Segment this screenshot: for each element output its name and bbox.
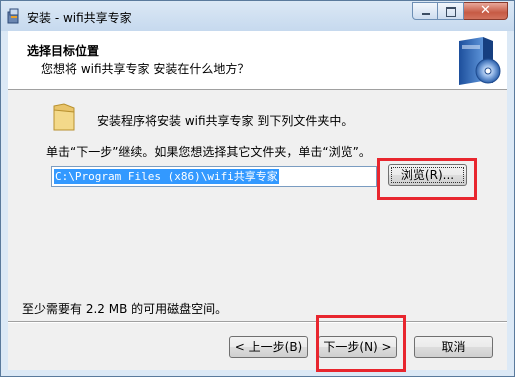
caption-buttons: ✕ bbox=[412, 2, 508, 20]
footer-divider bbox=[8, 321, 507, 323]
setup-box-disc-icon bbox=[459, 37, 501, 85]
minimize-button[interactable] bbox=[412, 2, 438, 20]
install-path-value: C:\Program Files (x86)\wifi共享专家 bbox=[54, 169, 279, 184]
maximize-button[interactable] bbox=[438, 2, 464, 20]
install-message: 安装程序将安装 wifi共享专家 到下列文件夹中。 bbox=[97, 114, 354, 128]
installer-window: 安装 - wifi共享专家 ✕ 选择目标位置 您想将 wifi共享专家 安装在什… bbox=[0, 0, 515, 377]
back-button[interactable]: < 上一步(B) bbox=[229, 336, 308, 358]
browse-highlight-box bbox=[377, 158, 477, 200]
cancel-button-label: 取消 bbox=[441, 340, 466, 354]
cancel-button[interactable]: 取消 bbox=[414, 336, 493, 358]
folder-icon bbox=[53, 103, 75, 131]
close-button[interactable]: ✕ bbox=[464, 2, 508, 20]
page-title: 选择目标位置 bbox=[27, 44, 100, 58]
instruction-text: 单击“下一步”继续。如果您想选择其它文件夹，单击“浏览”。 bbox=[46, 145, 371, 159]
wizard-header: 选择目标位置 您想将 wifi共享专家 安装在什么地方？ bbox=[8, 31, 507, 90]
wizard-client-area: 选择目标位置 您想将 wifi共享专家 安装在什么地方？ 安装程序将安装 wif… bbox=[8, 31, 507, 372]
installer-app-icon bbox=[7, 8, 19, 24]
disk-space-text: 至少需要有 2.2 MB 的可用磁盘空间。 bbox=[22, 302, 228, 316]
install-path-input[interactable]: C:\Program Files (x86)\wifi共享专家 bbox=[51, 166, 377, 187]
page-subtitle: 您想将 wifi共享专家 安装在什么地方？ bbox=[41, 62, 250, 76]
title-bar[interactable]: 安装 - wifi共享专家 ✕ bbox=[1, 1, 514, 31]
window-title: 安装 - wifi共享专家 bbox=[27, 11, 132, 25]
close-icon: ✕ bbox=[480, 3, 491, 18]
back-button-label: < 上一步(B) bbox=[234, 340, 303, 354]
next-highlight-box bbox=[316, 315, 406, 372]
